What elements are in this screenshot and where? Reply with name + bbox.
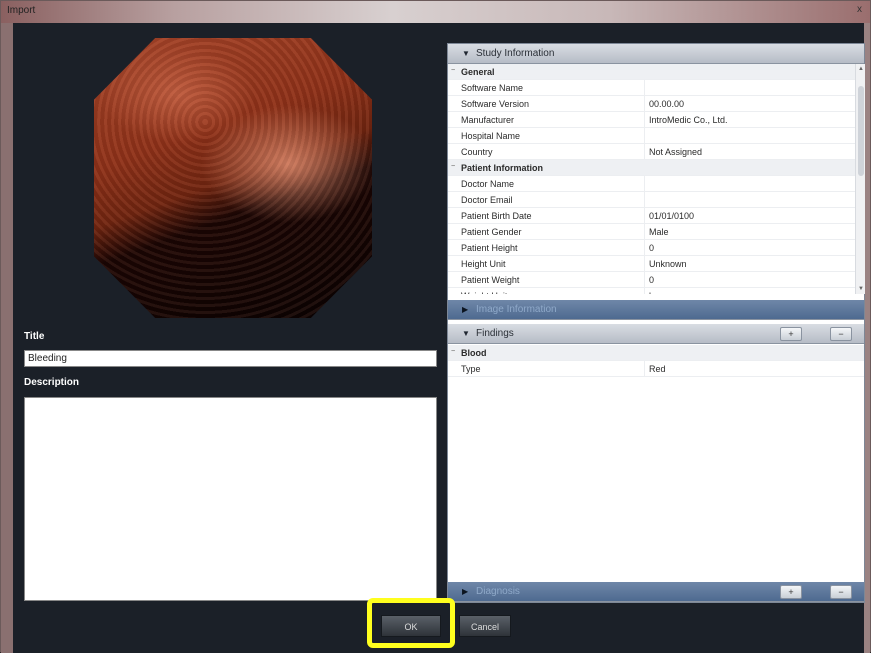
title-bar: Import x <box>1 1 870 23</box>
property-key: Doctor Email <box>461 195 513 205</box>
property-key: Software Version <box>461 99 530 109</box>
property-row[interactable]: Patient Weight 0 <box>448 272 855 288</box>
findings-header[interactable]: ▼ Findings + − <box>448 324 864 344</box>
collapse-triangle-icon: ▼ <box>462 49 470 58</box>
window-title: Import <box>7 5 36 16</box>
remove-finding-button[interactable]: − <box>830 327 852 341</box>
diagnosis-header[interactable]: ▶ Diagnosis + − <box>448 582 864 602</box>
property-row[interactable]: Patient Birth Date 01/01/0100 <box>448 208 855 224</box>
category-row[interactable]: − General <box>448 64 855 80</box>
expand-triangle-icon: ▶ <box>462 305 469 314</box>
property-value: Unknown <box>649 259 687 269</box>
property-key: Country <box>461 147 493 157</box>
study-information-title: Study Information <box>476 48 555 59</box>
image-information-title: Image Information <box>476 304 557 315</box>
category-row[interactable]: − Patient Information <box>448 160 855 176</box>
close-icon[interactable]: x <box>857 4 867 18</box>
property-row[interactable]: Patient Height 0 <box>448 240 855 256</box>
property-row[interactable]: Country Not Assigned <box>448 144 855 160</box>
property-row[interactable]: Manufacturer IntroMedic Co., Ltd. <box>448 112 855 128</box>
add-diagnosis-button[interactable]: + <box>780 585 802 599</box>
description-textarea[interactable] <box>24 397 437 601</box>
property-key: Weight Unit <box>461 291 507 294</box>
vertical-scrollbar[interactable]: ▲ ▼ <box>855 64 865 294</box>
property-key: Patient Gender <box>461 227 522 237</box>
property-row[interactable]: Software Name <box>448 80 855 96</box>
scroll-up-icon[interactable]: ▲ <box>857 66 865 72</box>
property-row[interactable]: Doctor Name <box>448 176 855 192</box>
property-value: IntroMedic Co., Ltd. <box>649 115 728 125</box>
property-key: Hospital Name <box>461 131 521 141</box>
property-key: Type <box>461 364 481 374</box>
property-key: Doctor Name <box>461 179 515 189</box>
property-key: Patient Birth Date <box>461 211 532 221</box>
title-input[interactable] <box>24 350 437 367</box>
highlight-box <box>367 598 455 648</box>
category-row[interactable]: − Blood <box>448 345 864 361</box>
property-row[interactable]: Patient Gender Male <box>448 224 855 240</box>
expand-triangle-icon: ▶ <box>462 587 469 596</box>
property-key: Patient Weight <box>461 275 520 285</box>
property-key: Patient Height <box>461 243 518 253</box>
title-label: Title <box>24 331 45 342</box>
property-value: 01/01/0100 <box>649 211 695 221</box>
property-row[interactable]: Height Unit Unknown <box>448 256 855 272</box>
property-row[interactable]: Type Red <box>448 361 864 377</box>
property-row[interactable]: Weight Unit kg <box>448 288 855 294</box>
property-row[interactable]: Software Version 00.00.00 <box>448 96 855 112</box>
property-value: 00.00.00 <box>649 99 685 109</box>
property-value: 0 <box>649 243 655 253</box>
diagnosis-title: Diagnosis <box>476 586 520 597</box>
property-value: Red <box>649 364 666 374</box>
property-value: kg <box>649 291 659 294</box>
property-key: Height Unit <box>461 259 506 269</box>
category-blood: Blood <box>461 348 487 358</box>
description-label: Description <box>24 377 80 388</box>
findings-title: Findings <box>476 328 514 339</box>
category-general: General <box>461 67 495 77</box>
property-row[interactable]: Doctor Email <box>448 192 855 208</box>
property-row[interactable]: Hospital Name <box>448 128 855 144</box>
remove-diagnosis-button[interactable]: − <box>830 585 852 599</box>
properties-panel: ▼ Study Information − General Software N… <box>447 43 865 603</box>
property-key: Manufacturer <box>461 115 515 125</box>
add-finding-button[interactable]: + <box>780 327 802 341</box>
study-property-grid: − General Software Name Software Version… <box>448 64 855 294</box>
image-information-header[interactable]: ▶ Image Information <box>448 300 864 320</box>
collapse-icon: − <box>451 67 456 74</box>
study-information-header[interactable]: ▼ Study Information <box>448 44 864 64</box>
property-value: Male <box>649 227 669 237</box>
cancel-button[interactable]: Cancel <box>459 615 511 637</box>
property-value: 0 <box>649 275 655 285</box>
property-key: Software Name <box>461 83 524 93</box>
window-frame-left <box>1 23 13 653</box>
endoscopy-image <box>94 38 372 318</box>
category-patient-information: Patient Information <box>461 163 544 173</box>
scroll-down-icon[interactable]: ▼ <box>857 286 865 292</box>
collapse-icon: − <box>451 163 456 170</box>
property-value: Not Assigned <box>649 147 703 157</box>
scrollbar-thumb[interactable] <box>858 86 864 176</box>
import-dialog: Import x Title Description ▼ Study Infor… <box>0 0 871 653</box>
collapse-icon: − <box>451 348 456 355</box>
collapse-triangle-icon: ▼ <box>462 329 470 338</box>
findings-property-grid: − Blood Type Red <box>448 345 864 377</box>
